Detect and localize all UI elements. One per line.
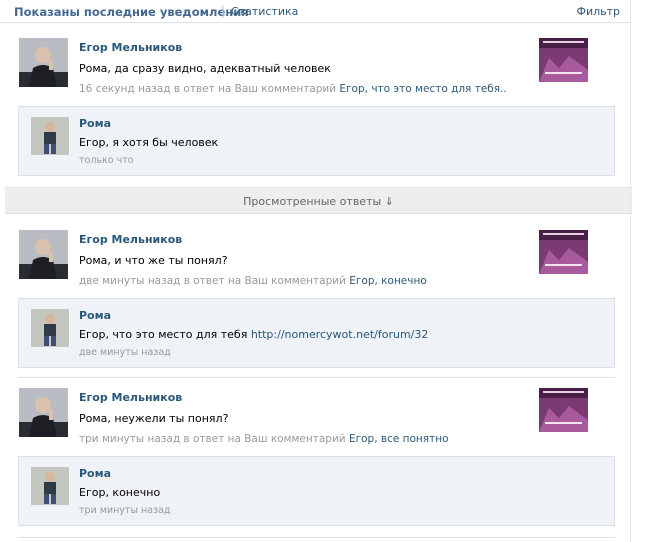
reply-time: три минуты назад: [79, 505, 171, 516]
header-separator: |: [221, 4, 226, 18]
notification-divider: [18, 537, 615, 538]
reply-time: две минуты назад: [79, 347, 171, 358]
reply-author[interactable]: Рома: [79, 117, 111, 130]
comment-meta: три минуты назад в ответ на Ваш коммента…: [79, 433, 449, 445]
comment-meta: 16 секунд назад в ответ на Ваш комментар…: [79, 83, 507, 95]
statistics-link[interactable]: Статистика: [231, 5, 298, 18]
meta-time: три минуты назад в ответ на Ваш коммента…: [79, 433, 346, 445]
notifications-header: Показаны последние уведомления | Статист…: [0, 0, 630, 23]
comment-text: Рома, да сразу видно, адекватный человек: [79, 62, 331, 75]
reply-to-link[interactable]: Егор, конечно: [349, 275, 427, 287]
reply-to-link[interactable]: Егор, все понятно: [349, 433, 449, 445]
meta-time: 16 секунд назад в ответ на Ваш комментар…: [79, 83, 337, 95]
filter-link[interactable]: Фильтр: [576, 5, 620, 18]
reply-text-body: Егор, что это место для тебя: [79, 328, 248, 341]
author-avatar[interactable]: [19, 230, 68, 279]
author-avatar[interactable]: [19, 38, 68, 87]
author-name[interactable]: Егор Мельников: [79, 391, 182, 404]
meta-time: две минуты назад в ответ на Ваш коммента…: [79, 275, 346, 287]
author-name[interactable]: Егор Мельников: [79, 233, 182, 246]
post-thumbnail[interactable]: [539, 38, 588, 82]
author-name[interactable]: Егор Мельников: [79, 41, 182, 54]
post-thumbnail[interactable]: [539, 388, 588, 432]
reply-to-link[interactable]: Егор, что это место для тебя..: [339, 83, 506, 95]
forum-link[interactable]: http://nomercywot.net/forum/32: [251, 328, 429, 341]
notification-divider: [18, 377, 615, 378]
viewed-replies-divider[interactable]: Просмотренные ответы ⇓: [5, 187, 632, 214]
comment-meta: две минуты назад в ответ на Ваш коммента…: [79, 275, 427, 287]
reply-text: Егор, что это место для тебя http://nome…: [79, 328, 428, 341]
page-edge-rule: [630, 0, 631, 542]
comment-text: Рома, неужели ты понял?: [79, 412, 229, 425]
reply-time: только что: [79, 155, 134, 166]
author-avatar[interactable]: [19, 388, 68, 437]
comment-text: Рома, и что же ты понял?: [79, 254, 228, 267]
post-thumbnail[interactable]: [539, 230, 588, 274]
viewed-replies-label: Просмотренные ответы ⇓: [243, 195, 394, 208]
reply-box: Рома Егор, что это место для тебя http:/…: [18, 298, 615, 368]
reply-avatar[interactable]: [31, 309, 69, 347]
reply-text: Егор, я хотя бы человек: [79, 136, 219, 149]
reply-author[interactable]: Рома: [79, 309, 111, 322]
reply-author[interactable]: Рома: [79, 467, 111, 480]
reply-avatar[interactable]: [31, 467, 69, 505]
reply-text: Егор, конечно: [79, 486, 161, 499]
header-title: Показаны последние уведомления: [14, 5, 249, 19]
reply-box: Рома Егор, конечно три минуты назад: [18, 456, 615, 526]
reply-box: Рома Егор, я хотя бы человек только что: [18, 106, 615, 176]
reply-avatar[interactable]: [31, 117, 69, 155]
